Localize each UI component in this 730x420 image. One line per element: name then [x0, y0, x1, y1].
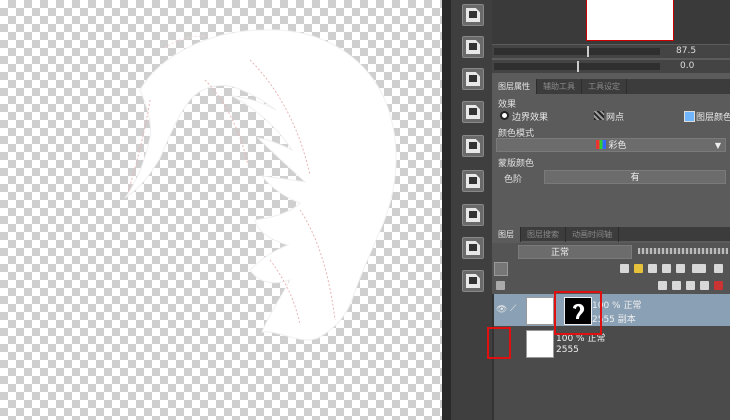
effect-tone[interactable]: 网点: [606, 110, 624, 123]
clip-icon[interactable]: [676, 264, 685, 273]
reference-layer-icon[interactable]: [620, 264, 629, 273]
layer-options-icon[interactable]: [496, 281, 505, 290]
color-layer-icon[interactable]: [462, 68, 484, 90]
color-mode-value: 彩色: [608, 141, 627, 151]
tab-layer-property[interactable]: 图层属性: [492, 79, 537, 94]
blend-mode-dropdown[interactable]: 正常: [518, 245, 632, 259]
eye-icon[interactable]: 👁: [496, 305, 507, 315]
alpha-lock-icon[interactable]: [662, 264, 671, 273]
zoom-slider[interactable]: 87.5: [492, 45, 730, 58]
3d-layer-icon[interactable]: [462, 237, 484, 259]
zoom-value: 87.5: [676, 46, 697, 56]
ruler-layer-icon[interactable]: [462, 270, 484, 292]
layer-color-swatch-icon[interactable]: [494, 262, 508, 276]
effect-buttons: 边界效果 网点 图层颜色: [496, 108, 730, 124]
highlight-visibility-box: [487, 327, 511, 359]
layer-list: 👁 ⟋ 100 % 正常 2555 副本 100 % 正常 2555: [492, 294, 730, 420]
tab-sub-tool[interactable]: 辅助工具: [537, 79, 582, 94]
level-label: 色阶: [504, 175, 523, 185]
rotation-slider[interactable]: 0.0: [492, 60, 730, 73]
image-layer-icon[interactable]: [462, 170, 484, 192]
level-field[interactable]: 有: [544, 170, 726, 184]
pencil-lock-icon[interactable]: [634, 264, 643, 273]
layer-toolbar-1: [492, 260, 730, 277]
chevron-down-icon: ▼: [714, 141, 721, 150]
tab-layers[interactable]: 图层: [492, 227, 521, 242]
new-folder-icon[interactable]: [686, 281, 695, 290]
selection-layer-icon[interactable]: [462, 135, 484, 157]
property-tabs: 图层属性 辅助工具 工具设定: [492, 79, 730, 94]
new-raster-layer-icon[interactable]: [462, 4, 484, 26]
effect-layer-color[interactable]: 图层颜色: [696, 110, 730, 123]
lock-icon[interactable]: [648, 264, 657, 273]
rotation-value: 0.0: [680, 61, 695, 71]
merge-down-icon[interactable]: [700, 281, 709, 290]
paper-layer-icon[interactable]: [462, 204, 484, 226]
tab-animation-timeline[interactable]: 动画时间轴: [566, 227, 619, 242]
hair-drawing: [124, 29, 397, 341]
layer-name: 2555: [556, 345, 579, 355]
navigator-canvas-thumbnail: [586, 0, 674, 41]
tab-layer-search[interactable]: 图层搜索: [521, 227, 566, 242]
effect-border[interactable]: 边界效果: [512, 110, 548, 123]
navigator-preview[interactable]: [492, 0, 730, 44]
color-mode-icon: [595, 140, 606, 149]
layer-panel-tabs: 图层 图层搜索 动画时间轴: [492, 227, 730, 242]
color-mode-dropdown[interactable]: 彩色 ▼: [496, 138, 726, 152]
tab-tool-settings[interactable]: 工具设定: [582, 79, 627, 94]
layer-thumbnail: [526, 297, 554, 325]
layer-menu-icon[interactable]: [714, 264, 723, 273]
layer-row-base[interactable]: 100 % 正常 2555: [492, 327, 730, 359]
blend-mode-row: 正常: [492, 243, 730, 260]
canvas-vertical-scrollbar[interactable]: [442, 0, 450, 420]
drawing-canvas[interactable]: [0, 0, 442, 420]
layer-toolbar-2: [492, 277, 730, 294]
delete-layer-icon[interactable]: [714, 281, 723, 290]
border-effect-icon[interactable]: [500, 111, 509, 120]
layer-thumbnail: [526, 330, 554, 358]
layer-color-icon[interactable]: [684, 111, 695, 122]
new-vector-icon[interactable]: [672, 281, 681, 290]
highlight-mask-box: [554, 291, 602, 335]
pen-icon: ⟋: [510, 304, 517, 314]
layer-row-copy[interactable]: 👁 ⟋ 100 % 正常 2555 副本: [492, 294, 730, 326]
new-vector-layer-icon[interactable]: [462, 36, 484, 58]
tone-icon[interactable]: [594, 111, 604, 120]
draft-layer-icon[interactable]: [692, 264, 706, 273]
right-panel: 87.5 0.0 图层属性 辅助工具 工具设定 效果 边界效果 网点 图层颜色 …: [487, 0, 730, 420]
new-layer-icon[interactable]: [658, 281, 667, 290]
mask-color-label: 蒙版颜色: [498, 159, 535, 169]
opacity-slider[interactable]: [638, 248, 728, 254]
layer-folder-icon[interactable]: [462, 101, 484, 123]
